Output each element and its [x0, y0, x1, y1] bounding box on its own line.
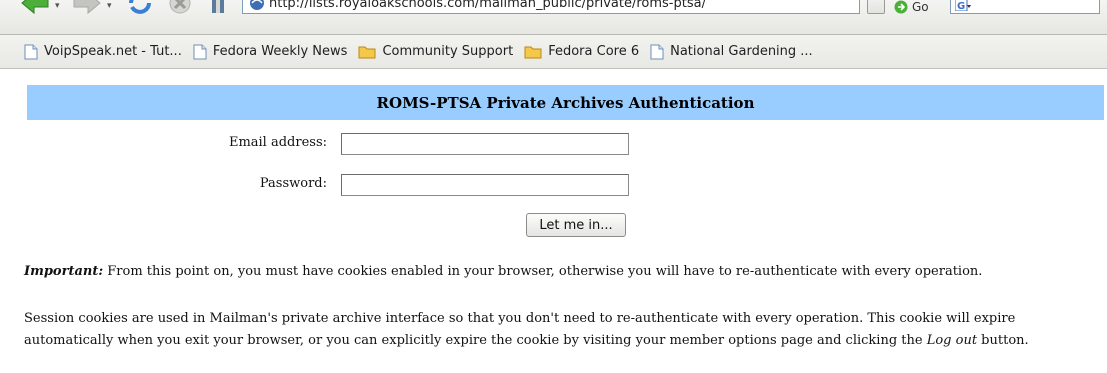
bookmark-label: Community Support	[382, 44, 514, 59]
page-icon	[193, 44, 207, 59]
go-label: Go	[912, 0, 929, 14]
page-icon	[650, 44, 664, 59]
password-label: Password:	[259, 176, 327, 191]
important-label: Important:	[24, 264, 104, 279]
search-box[interactable]: G	[950, 0, 1100, 14]
folder-icon	[524, 46, 542, 58]
reload-icon	[129, 0, 151, 14]
forward-arrow-icon	[73, 0, 101, 15]
log-out-label: Log out	[926, 333, 978, 348]
email-field[interactable]	[341, 133, 629, 155]
password-field[interactable]	[341, 174, 629, 196]
site-favicon-icon	[250, 0, 264, 10]
url-bar[interactable]: http://lists.royaloakschools.com/mailman…	[242, 0, 860, 14]
page-icon	[24, 44, 38, 59]
go-button[interactable]: Go	[894, 0, 929, 14]
bookmark-label: VoipSpeak.net - Tut...	[44, 44, 182, 59]
bookmark-label: National Gardening ...	[670, 44, 813, 59]
page-content: ROMS-PTSA Private Archives Authenticatio…	[0, 70, 1107, 373]
back-history-dropdown-icon[interactable]: ▾	[55, 1, 60, 11]
navigation-toolbar: ▾ ▾ http://lists.royaloakschools.com/mai…	[0, 0, 1107, 35]
session-text: Session cookies are used in Mailman's pr…	[24, 311, 1016, 348]
bookmark-folder-fedora-core-6[interactable]: Fedora Core 6	[524, 40, 639, 64]
svg-text:G: G	[957, 1, 965, 11]
cookie-notice: Important: From this point on, you must …	[24, 261, 1104, 283]
home-button[interactable]	[202, 0, 234, 16]
search-engine-icon[interactable]: G	[955, 0, 971, 11]
bookmark-national-gardening[interactable]: National Gardening ...	[650, 40, 813, 64]
go-arrow-icon	[894, 0, 908, 14]
bookmarks-toolbar: VoipSpeak.net - Tut... Fedora Weekly New…	[0, 35, 1107, 69]
forward-history-dropdown-icon[interactable]: ▾	[107, 1, 112, 11]
title-banner: ROMS-PTSA Private Archives Authenticatio…	[27, 85, 1104, 120]
url-history-button[interactable]	[867, 0, 885, 14]
forward-button[interactable]	[70, 0, 104, 16]
bookmark-folder-community-support[interactable]: Community Support	[358, 40, 513, 64]
folder-icon	[358, 46, 376, 58]
session-text-end: button.	[977, 333, 1029, 348]
back-button[interactable]	[18, 0, 52, 16]
stop-icon	[169, 0, 191, 14]
page-title: ROMS-PTSA Private Archives Authenticatio…	[376, 93, 755, 112]
email-label: Email address:	[228, 135, 327, 150]
bookmark-label: Fedora Weekly News	[212, 44, 348, 59]
home-icon	[212, 0, 224, 13]
important-text: From this point on, you must have cookie…	[103, 264, 983, 279]
session-cookie-info: Session cookies are used in Mailman's pr…	[24, 308, 1104, 352]
stop-button[interactable]	[164, 0, 196, 16]
bookmark-voipspeak[interactable]: VoipSpeak.net - Tut...	[24, 40, 182, 64]
reload-button[interactable]	[124, 0, 156, 16]
bookmark-label: Fedora Core 6	[548, 44, 640, 59]
url-text: http://lists.royaloakschools.com/mailman…	[269, 0, 706, 11]
login-button[interactable]: Let me in...	[526, 213, 626, 237]
back-arrow-icon	[21, 0, 49, 15]
bookmark-fedora-weekly-news[interactable]: Fedora Weekly News	[193, 40, 348, 64]
